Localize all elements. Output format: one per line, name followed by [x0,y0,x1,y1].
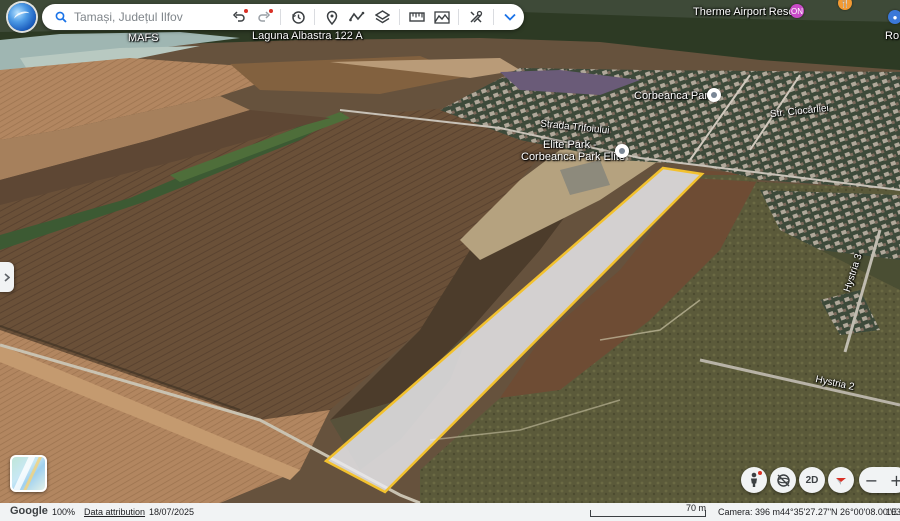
historical-imagery-icon [291,10,305,24]
tools-button[interactable] [465,6,487,28]
compass-button[interactable] [828,467,854,493]
toggle-2d-label: 2D [805,474,819,486]
status-bar: Google 100% Data attribution 18/07/2025 … [0,503,900,521]
satellite-map-view[interactable]: MAFS Laguna Albastra 122 A Therme Airpor… [0,0,900,503]
search-input[interactable] [72,10,212,24]
minus-icon: − [864,470,879,490]
plus-icon: + [889,470,900,490]
redo-button[interactable] [253,6,275,28]
label-mafs[interactable]: MAFS [128,32,159,44]
zoom-in-button[interactable]: + [884,467,900,493]
undo-button[interactable] [228,6,250,28]
label-corner-right[interactable]: Ro [885,30,899,42]
label-elite-park-line1[interactable]: Elite Park - [543,139,597,151]
add-path-icon [349,11,365,22]
reset-tilt-button[interactable] [770,467,796,493]
street-view-button[interactable] [741,467,767,493]
cursor-coordinates: 44°35'27.27"N 26°00'08.00"E [780,507,898,517]
place-pin-icon[interactable]: ● [888,10,900,24]
google-wordmark: Google [10,505,48,517]
tilt-off-icon [776,473,790,487]
zoom-percentage: 100% [52,507,76,517]
toolbar-divider [314,9,315,25]
search-box[interactable] [44,6,224,28]
toolbar-divider [493,9,494,25]
side-panel-toggle[interactable] [0,262,14,292]
zoom-controls: − + [859,467,900,493]
zoom-out-button[interactable]: − [859,467,884,493]
google-earth-logo[interactable] [8,3,36,31]
elevation-icon [434,10,450,24]
tools-icon [470,10,483,23]
label-corbeanca-park[interactable]: Corbeanca Park [634,90,714,102]
chevron-down-icon [504,13,516,21]
label-laguna[interactable]: Laguna Albastra 122 A [252,30,363,42]
add-placemark-button[interactable] [321,6,343,28]
add-placemark-icon [326,10,338,25]
chevron-right-icon [4,272,10,282]
layers-icon [374,10,390,24]
toolbar-divider [280,9,281,25]
elevation-button[interactable] [431,6,453,28]
map-layers-button[interactable] [371,6,393,28]
undo-indicator-dot [244,9,248,13]
toggle-2d-button[interactable]: 2D [799,467,825,493]
camera-altitude: Camera: 396 m [718,507,781,517]
search-icon[interactable] [50,6,72,28]
historical-imagery-button[interactable] [287,6,309,28]
street-view-dot [758,471,762,475]
map-style-thumbnail[interactable] [10,455,47,492]
label-therme[interactable]: Therme Airport Resort [693,6,801,18]
measure-icon [409,12,425,22]
cursor-elevation: 103 [886,507,900,517]
measure-button[interactable] [406,6,428,28]
redo-indicator-dot [269,9,273,13]
scale-label: 70 m [686,503,707,513]
add-path-button[interactable] [346,6,368,28]
therme-pin-icon[interactable]: ON [790,4,804,18]
data-attribution-link[interactable]: Data attribution [84,507,145,517]
toolbar-divider [399,9,400,25]
top-toolbar [42,4,524,30]
expand-toolbar-button[interactable] [499,6,521,28]
imagery-date: 18/07/2025 [149,507,195,517]
corbeanca-park-pin-icon[interactable] [707,88,721,102]
terrain-imagery [0,0,900,503]
elite-park-pin-icon[interactable] [615,144,629,158]
label-elite-park-line2[interactable]: Corbeanca Park Elite [521,151,625,163]
compass-icon [836,478,846,485]
toolbar-divider [458,9,459,25]
